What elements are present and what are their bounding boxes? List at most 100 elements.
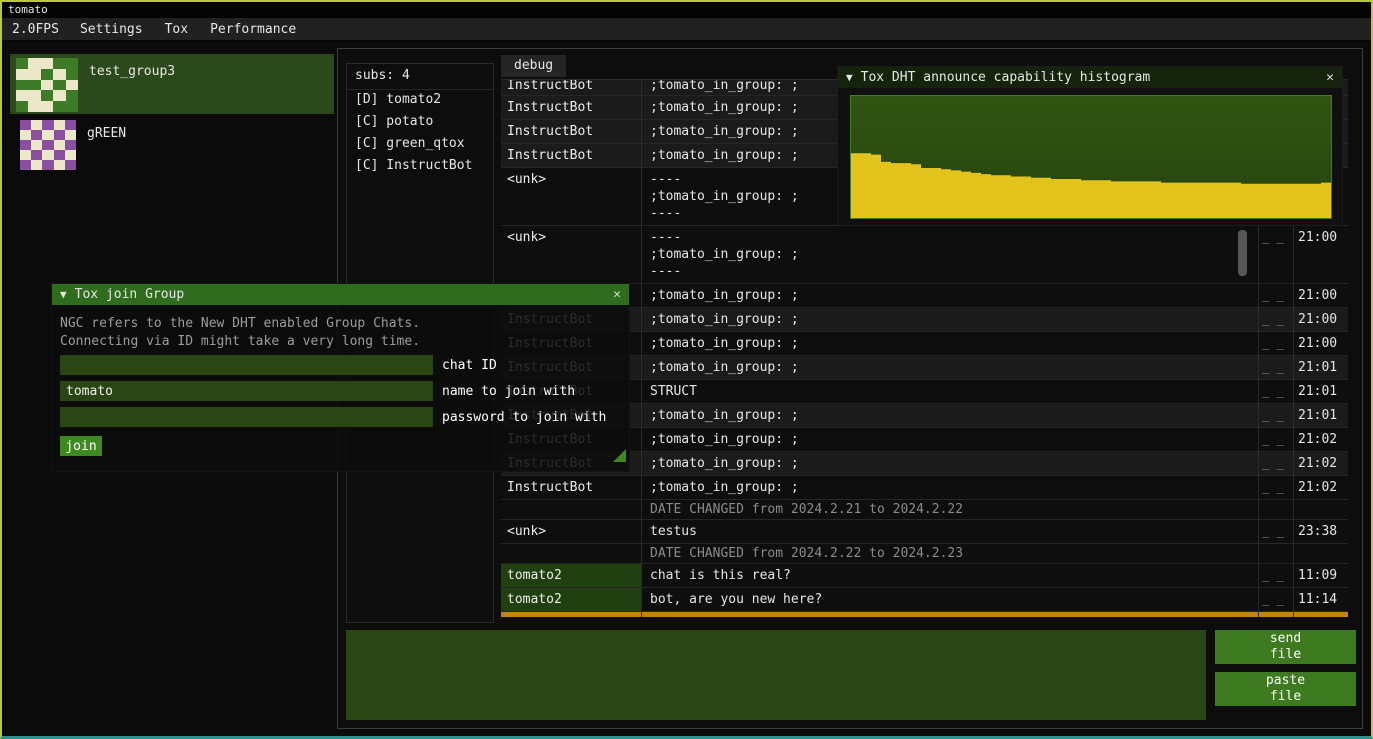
message-text: DATE CHANGED from 2024.2.22 to 2024.2.23: [641, 544, 1258, 563]
collapse-icon[interactable]: ▼: [846, 71, 853, 84]
avatar-pixel: [42, 160, 53, 170]
close-icon[interactable]: ✕: [1326, 70, 1334, 85]
message-time: 21:02: [1293, 428, 1348, 451]
message-sender: InstructBot: [501, 96, 641, 119]
join-group-window: ▼ Tox join Group ✕ NGC refers to the New…: [51, 283, 630, 472]
histogram-chart: [851, 96, 1331, 218]
avatar-pixel: [31, 140, 42, 150]
histogram-titlebar[interactable]: ▼ Tox DHT announce capability histogram …: [838, 67, 1342, 88]
join-button[interactable]: join: [60, 436, 102, 456]
menu-tox[interactable]: Tox: [154, 22, 199, 37]
message-time: 21:02: [1293, 476, 1348, 499]
avatar-pixel: [66, 69, 78, 80]
avatar-pixel: [53, 90, 65, 101]
app-window: tomato 2.0FPS Settings Tox Performance t…: [0, 0, 1373, 739]
avatar-pixel: [54, 150, 65, 160]
join-group-title: Tox join Group: [75, 287, 185, 302]
message-text: ;tomato_in_group: ;: [641, 428, 1258, 451]
message-flags: [1258, 500, 1293, 519]
message-time: 11:09: [1293, 564, 1348, 587]
message-flags: d: [1258, 612, 1293, 617]
group-label: test_group3: [89, 64, 175, 79]
message-sender: InstructBot: [501, 612, 641, 617]
menu-settings[interactable]: Settings: [69, 22, 154, 37]
subs-list-item[interactable]: [C] InstructBot: [347, 156, 493, 178]
message-row[interactable]: InstructBot;tomato_in_group: ;_ _21:02: [501, 476, 1348, 500]
avatar-pixel: [20, 120, 31, 130]
avatar-pixel: [31, 120, 42, 130]
tab-bar: debug: [501, 55, 566, 79]
message-sender: InstructBot: [501, 144, 641, 167]
histogram-plot: [850, 95, 1332, 219]
avatar-pixel: [53, 58, 65, 69]
avatar-pixel: [42, 130, 53, 140]
message-flags: _ _: [1258, 520, 1293, 543]
message-flags: _ _: [1258, 332, 1293, 355]
window-titlebar[interactable]: tomato: [2, 2, 1371, 18]
avatar-pixel: [20, 160, 31, 170]
message-flags: [1258, 544, 1293, 563]
message-text: STRUCT: [641, 380, 1258, 403]
message-time: 21:00: [1293, 308, 1348, 331]
message-time: 11:14: [1293, 588, 1348, 611]
message-text: ;tomato_in_group: ;: [641, 476, 1258, 499]
avatar-pixel: [20, 130, 31, 140]
message-row[interactable]: <unk>testus_ _23:38: [501, 520, 1348, 544]
message-input[interactable]: [346, 630, 1206, 720]
avatar-pixel: [28, 58, 40, 69]
join-desc-line1: NGC refers to the New DHT enabled Group …: [60, 316, 621, 331]
message-row[interactable]: tomato2bot, are you new here?_ _11:14: [501, 588, 1348, 612]
menu-bar: 2.0FPS Settings Tox Performance: [2, 18, 1371, 41]
window-title: tomato: [8, 3, 48, 16]
avatar-pixel: [66, 58, 78, 69]
avatar-pixel: [31, 150, 42, 160]
message-sender: InstructBot: [501, 120, 641, 143]
message-time: [1293, 544, 1348, 563]
close-icon[interactable]: ✕: [613, 287, 621, 302]
message-time: 21:01: [1293, 404, 1348, 427]
join-field-label: chat ID: [442, 358, 497, 373]
message-text: ;tomato_in_group: ;: [641, 356, 1258, 379]
avatar-pixel: [66, 101, 78, 112]
subs-list-item[interactable]: [C] green_qtox: [347, 134, 493, 156]
menu-performance[interactable]: Performance: [199, 22, 307, 37]
avatar-pixel: [65, 140, 76, 150]
group-label: gREEN: [87, 126, 126, 141]
collapse-icon[interactable]: ▼: [60, 288, 67, 301]
message-row[interactable]: DATE CHANGED from 2024.2.22 to 2024.2.23: [501, 544, 1348, 564]
join-input[interactable]: [60, 407, 433, 427]
avatar-pixel: [42, 120, 53, 130]
join-input[interactable]: [60, 355, 433, 375]
subs-list: [D] tomato2[C] potato[C] green_qtox[C] I…: [347, 90, 493, 178]
avatar-pixel: [16, 69, 28, 80]
message-row[interactable]: <unk>---- ;tomato_in_group: ; ----_ _21:…: [501, 226, 1348, 284]
send-file-button[interactable]: send file: [1215, 630, 1356, 664]
message-flags: _ _: [1258, 356, 1293, 379]
scrollbar-thumb[interactable]: [1238, 230, 1247, 276]
group-item-test_group3[interactable]: test_group3: [10, 54, 334, 114]
join-group-body: NGC refers to the New DHT enabled Group …: [52, 305, 629, 465]
message-sender: tomato2: [501, 564, 641, 587]
subs-list-item[interactable]: [C] potato: [347, 112, 493, 134]
join-fields: chat IDname to join withpassword to join…: [60, 355, 621, 427]
message-sender: <unk>: [501, 226, 641, 283]
avatar-pixel: [42, 140, 53, 150]
join-input[interactable]: [60, 381, 433, 401]
tab-debug[interactable]: debug: [501, 55, 566, 77]
message-flags: _ _: [1258, 564, 1293, 587]
message-row[interactable]: DATE CHANGED from 2024.2.21 to 2024.2.22: [501, 500, 1348, 520]
paste-file-button[interactable]: paste file: [1215, 672, 1356, 706]
resize-grip[interactable]: [613, 449, 626, 462]
subs-list-item[interactable]: [D] tomato2: [347, 90, 493, 112]
message-text: ;tomato_in_group: ;: [641, 404, 1258, 427]
group-item-green[interactable]: gREEN: [10, 116, 334, 174]
message-row[interactable]: InstructBotNo, I've been in this group f…: [501, 612, 1348, 617]
subs-header: subs: 4: [347, 64, 493, 90]
avatar-pixel: [16, 101, 28, 112]
message-text: bot, are you new here?: [641, 588, 1258, 611]
message-flags: _ _: [1258, 308, 1293, 331]
message-row[interactable]: tomato2chat is this real?_ _11:09: [501, 564, 1348, 588]
join-group-titlebar[interactable]: ▼ Tox join Group ✕: [52, 284, 629, 305]
avatar-pixel: [65, 120, 76, 130]
message-flags: _ _: [1258, 428, 1293, 451]
